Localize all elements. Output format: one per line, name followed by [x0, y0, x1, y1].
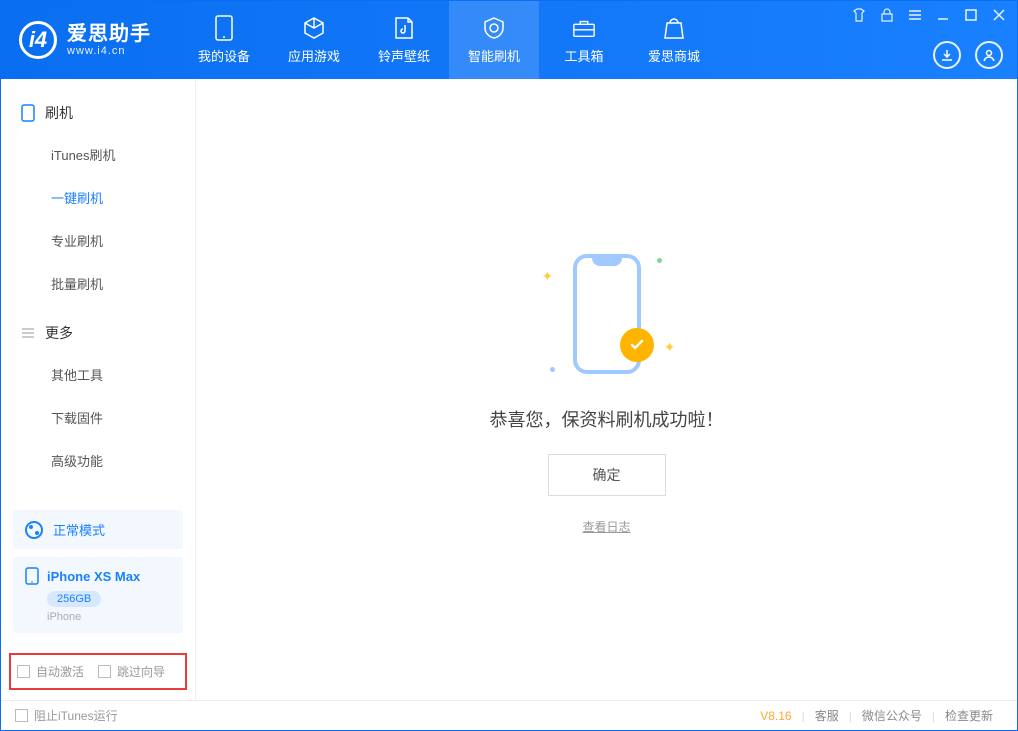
close-icon[interactable] [991, 7, 1007, 23]
checkbox-auto-activate[interactable]: 自动激活 [17, 663, 84, 680]
sidebar-item-advanced[interactable]: 高级功能 [1, 439, 195, 482]
nav-my-device[interactable]: 我的设备 [179, 1, 269, 79]
device-storage: 256GB [47, 591, 101, 607]
opt-label: 跳过向导 [117, 663, 165, 680]
view-log-link[interactable]: 查看日志 [582, 518, 630, 535]
checkbox-icon [15, 709, 28, 722]
dot-icon [550, 367, 555, 372]
music-file-icon [392, 16, 416, 40]
app-logo: i4 爱思助手 www.i4.cn [1, 1, 169, 79]
check-badge-icon [620, 328, 654, 362]
sidebar-item-other-tools[interactable]: 其他工具 [1, 353, 195, 396]
shirt-icon[interactable] [851, 7, 867, 23]
checkbox-skip-guide[interactable]: 跳过向导 [98, 663, 165, 680]
mode-icon [25, 521, 43, 539]
dot-icon [657, 258, 662, 263]
nav-label: 智能刷机 [468, 46, 520, 65]
nav-ringtones[interactable]: 铃声壁纸 [359, 1, 449, 79]
maximize-icon[interactable] [963, 7, 979, 23]
nav-label: 工具箱 [564, 46, 603, 65]
nav-label: 爱思商城 [648, 46, 700, 65]
footer-link-support[interactable]: 客服 [815, 707, 839, 724]
device-name: iPhone XS Max [47, 569, 140, 584]
sidebar: 刷机 iTunes刷机 一键刷机 专业刷机 批量刷机 更多 其他工具 下载固件 … [1, 79, 196, 700]
success-illustration: ✦ ✦ [532, 244, 682, 384]
options-row: 自动激活 跳过向导 [9, 653, 187, 690]
nav-apps[interactable]: 应用游戏 [269, 1, 359, 79]
minimize-icon[interactable] [935, 7, 951, 23]
refresh-shield-icon [482, 16, 506, 40]
header-bar: i4 爱思助手 www.i4.cn 我的设备 应用游戏 铃声壁纸 智能刷机 工具… [1, 1, 1017, 79]
cube-icon [302, 16, 326, 40]
checkbox-block-itunes[interactable]: 阻止iTunes运行 [15, 707, 118, 724]
toolbox-icon [572, 16, 596, 40]
main-nav: 我的设备 应用游戏 铃声壁纸 智能刷机 工具箱 爱思商城 [179, 1, 719, 79]
opt-label: 自动激活 [36, 663, 84, 680]
footer-link-wechat[interactable]: 微信公众号 [862, 707, 922, 724]
mode-label: 正常模式 [53, 520, 105, 539]
lock-icon[interactable] [879, 7, 895, 23]
phone-icon [21, 104, 35, 122]
group-title: 刷机 [45, 103, 73, 123]
logo-icon: i4 [19, 21, 57, 59]
nav-flash[interactable]: 智能刷机 [449, 1, 539, 79]
nav-toolbox[interactable]: 工具箱 [539, 1, 629, 79]
sidebar-item-one-click-flash[interactable]: 一键刷机 [1, 176, 195, 219]
checkbox-icon [98, 665, 111, 678]
footer-link-update[interactable]: 检查更新 [945, 707, 993, 724]
sparkle-icon: ✦ [664, 339, 676, 356]
ok-button[interactable]: 确定 [548, 454, 666, 496]
app-subtitle: www.i4.cn [67, 45, 151, 57]
sidebar-item-batch-flash[interactable]: 批量刷机 [1, 262, 195, 305]
device-type: iPhone [47, 611, 171, 623]
user-icon[interactable] [975, 41, 1003, 69]
success-message: 恭喜您，保资料刷机成功啦！ [490, 406, 724, 432]
device-icon [212, 16, 236, 40]
nav-label: 应用游戏 [288, 46, 340, 65]
download-icon[interactable] [933, 41, 961, 69]
nav-label: 铃声壁纸 [378, 46, 430, 65]
list-icon [21, 326, 35, 340]
sparkle-icon: ✦ [542, 268, 554, 285]
footer-bar: 阻止iTunes运行 V8.16 | 客服 | 微信公众号 | 检查更新 [1, 700, 1017, 730]
group-title: 更多 [45, 323, 73, 343]
bag-icon [662, 16, 686, 40]
checkbox-icon [17, 665, 30, 678]
sidebar-item-itunes-flash[interactable]: iTunes刷机 [1, 133, 195, 176]
sidebar-item-pro-flash[interactable]: 专业刷机 [1, 219, 195, 262]
device-icon [25, 567, 39, 585]
window-controls [851, 7, 1007, 23]
main-content: ✦ ✦ 恭喜您，保资料刷机成功啦！ 确定 查看日志 [196, 79, 1017, 700]
sidebar-item-download-firmware[interactable]: 下载固件 [1, 396, 195, 439]
app-title: 爱思助手 [67, 23, 151, 45]
menu-icon[interactable] [907, 7, 923, 23]
version-label: V8.16 [760, 709, 791, 723]
sidebar-group-more[interactable]: 更多 [1, 313, 195, 353]
opt-label: 阻止iTunes运行 [34, 707, 118, 724]
nav-label: 我的设备 [198, 46, 250, 65]
sidebar-group-flash[interactable]: 刷机 [1, 93, 195, 133]
nav-store[interactable]: 爱思商城 [629, 1, 719, 79]
mode-indicator[interactable]: 正常模式 [13, 510, 183, 549]
device-card[interactable]: iPhone XS Max 256GB iPhone [13, 557, 183, 633]
